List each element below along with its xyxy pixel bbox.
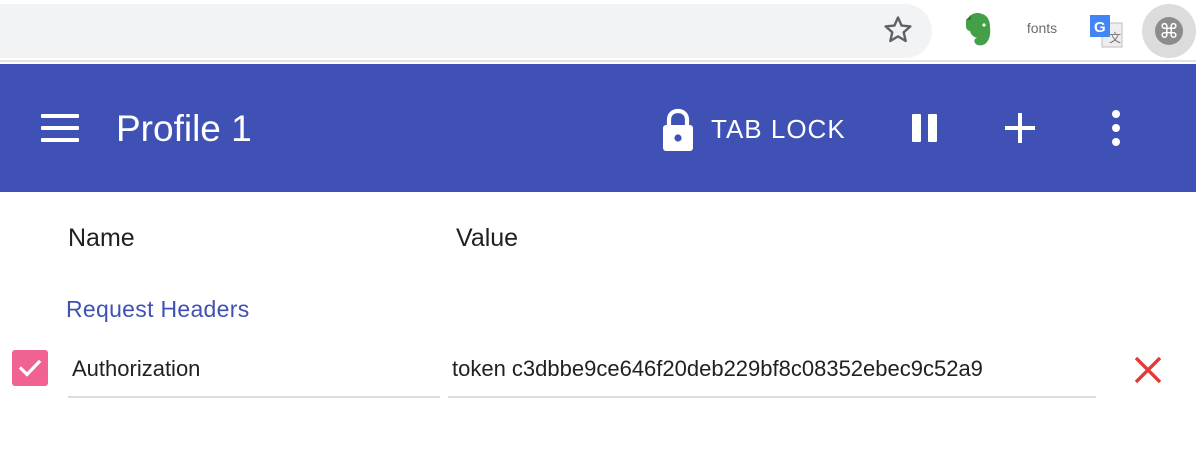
- toolbar-divider: [0, 60, 1196, 62]
- name-column-header: Name: [68, 224, 135, 252]
- value-column-header: Value: [456, 224, 519, 252]
- header-value-input[interactable]: [448, 352, 1096, 386]
- evernote-extension-icon[interactable]: [960, 11, 996, 49]
- header-name-input[interactable]: [68, 352, 440, 386]
- browser-toolbar: fonts 文 G ⌘: [0, 0, 1196, 62]
- more-vert-icon[interactable]: [1096, 106, 1136, 150]
- lock-icon: [663, 108, 693, 151]
- modheader-extension-icon[interactable]: ⌘: [1142, 4, 1196, 58]
- svg-text:文: 文: [1109, 30, 1121, 45]
- tab-lock-button[interactable]: TAB LOCK: [656, 104, 856, 152]
- command-icon: ⌘: [1155, 17, 1183, 45]
- profile-title: Profile 1: [116, 108, 252, 149]
- address-bar[interactable]: [0, 4, 932, 58]
- delete-header-icon[interactable]: [1130, 352, 1166, 388]
- checkmark-icon: [18, 359, 42, 377]
- google-translate-extension-icon[interactable]: 文 G: [1088, 13, 1124, 49]
- app-bar: Profile 1 TAB LOCK: [0, 64, 1196, 192]
- request-headers-section-title: Request Headers: [66, 296, 250, 322]
- header-name-field: [68, 346, 440, 398]
- hamburger-menu-icon[interactable]: [38, 108, 82, 148]
- add-icon[interactable]: [998, 108, 1042, 148]
- svg-text:G: G: [1094, 19, 1106, 36]
- header-value-field: [448, 346, 1096, 398]
- bookmark-star-icon[interactable]: [882, 14, 914, 46]
- fonts-extension-button[interactable]: fonts: [1022, 18, 1062, 38]
- pause-icon[interactable]: [904, 108, 944, 148]
- tab-lock-label: TAB LOCK: [711, 114, 846, 144]
- header-enabled-checkbox[interactable]: [12, 350, 48, 386]
